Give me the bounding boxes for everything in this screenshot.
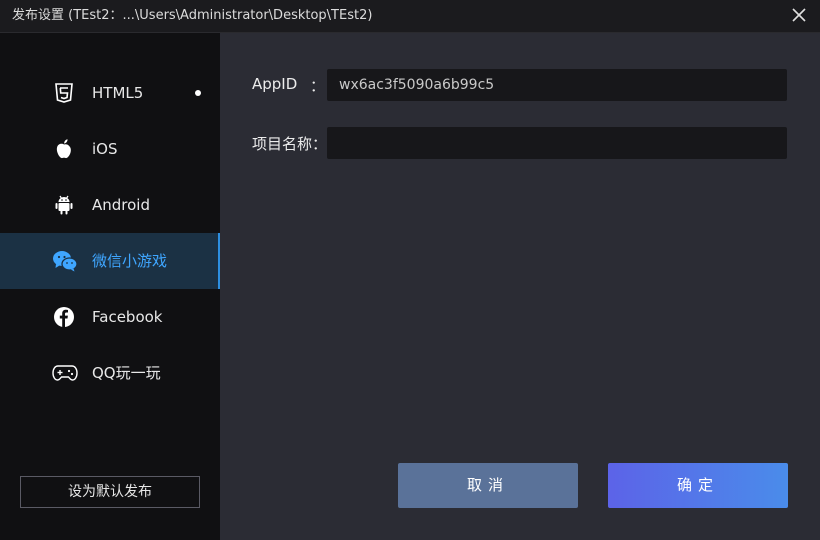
close-icon[interactable]	[792, 8, 806, 22]
appid-colon: ：	[310, 77, 326, 95]
sidebar-item-label: 微信小游戏	[92, 252, 168, 270]
sidebar-item-label: Android	[92, 196, 150, 214]
sidebar-item-html5[interactable]: HTML5	[0, 65, 220, 121]
set-default-publish-button[interactable]: 设为默认发布	[20, 476, 200, 508]
gamepad-icon	[52, 362, 78, 384]
sidebar: HTML5 iOS Android 微信小游戏 Facebook QQ玩一玩 设…	[0, 33, 220, 540]
window-title: 发布设置 (TEst2：...\Users\Administrator\Desk…	[12, 8, 373, 23]
android-icon	[53, 194, 75, 216]
title-bar: 发布设置 (TEst2：...\Users\Administrator\Desk…	[0, 0, 820, 33]
facebook-icon	[53, 306, 75, 328]
appid-input[interactable]	[327, 69, 787, 101]
sidebar-item-facebook[interactable]: Facebook	[0, 289, 220, 345]
sidebar-item-wechat-minigame[interactable]: 微信小游戏	[0, 233, 220, 289]
sidebar-item-android[interactable]: Android	[0, 177, 220, 233]
project-name-input[interactable]	[327, 127, 787, 159]
appid-label: AppID	[252, 75, 298, 93]
sidebar-item-label: HTML5	[92, 84, 144, 102]
project-name-label: 项目名称：	[252, 135, 328, 153]
sidebar-item-ios[interactable]: iOS	[0, 121, 220, 177]
html5-icon	[53, 82, 75, 104]
wechat-icon	[52, 250, 78, 272]
selected-dot-indicator	[195, 90, 201, 96]
sidebar-item-label: QQ玩一玩	[92, 364, 161, 382]
apple-icon	[53, 138, 75, 160]
sidebar-item-qq-play[interactable]: QQ玩一玩	[0, 345, 220, 401]
cancel-button[interactable]: 取消	[398, 463, 578, 508]
sidebar-item-label: iOS	[92, 140, 118, 158]
ok-button[interactable]: 确定	[608, 463, 788, 508]
sidebar-item-label: Facebook	[92, 308, 163, 326]
